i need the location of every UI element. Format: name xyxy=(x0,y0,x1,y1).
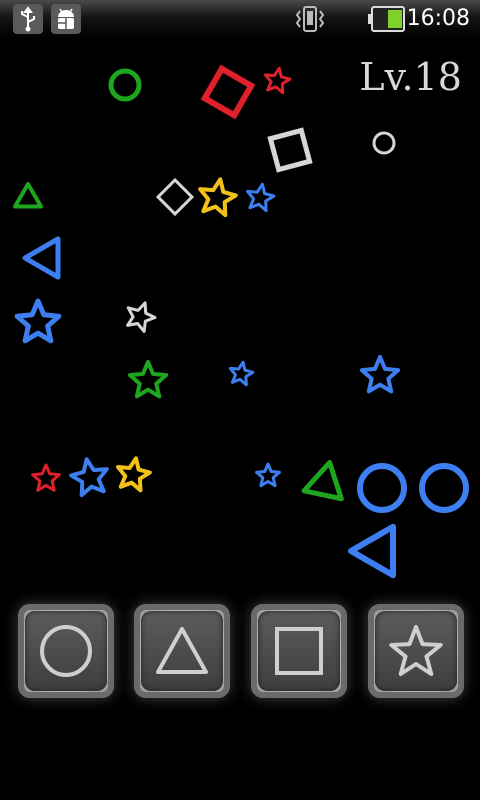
white-diamond-shape xyxy=(155,177,195,217)
yellow-star-shape xyxy=(198,177,238,218)
yellow-star-shape xyxy=(116,456,152,493)
red-star-shape xyxy=(31,463,61,492)
blue-circle-shape xyxy=(419,463,469,513)
green-triangle-shape xyxy=(13,182,43,209)
green-circle-shape xyxy=(108,68,142,102)
white-circle-shape xyxy=(372,131,396,155)
blue-star-shape xyxy=(359,355,401,394)
blue-star-shape xyxy=(69,457,109,498)
square-button[interactable] xyxy=(251,604,347,698)
white-square-shape xyxy=(267,127,313,173)
level-indicator: Lv.18 xyxy=(359,55,462,99)
star-button[interactable] xyxy=(368,604,464,698)
circle-button[interactable] xyxy=(18,604,114,698)
blue-circle-shape xyxy=(357,463,407,513)
blue-triangle-shape xyxy=(348,523,396,579)
blue-triangle-shape xyxy=(22,236,61,280)
green-star-shape xyxy=(127,360,169,399)
blue-star-shape xyxy=(228,360,255,387)
green-triangle-shape xyxy=(301,460,344,502)
red-square-shape xyxy=(200,64,256,120)
blue-star-shape xyxy=(246,182,276,213)
circle-icon xyxy=(40,625,92,677)
blue-star-shape xyxy=(14,298,62,344)
white-star-shape xyxy=(126,301,157,333)
triangle-button[interactable] xyxy=(134,604,230,698)
triangle-icon xyxy=(156,627,208,674)
square-icon xyxy=(275,627,323,675)
red-star-shape xyxy=(264,66,292,95)
star-icon xyxy=(389,625,443,676)
blue-star-shape xyxy=(255,462,281,488)
